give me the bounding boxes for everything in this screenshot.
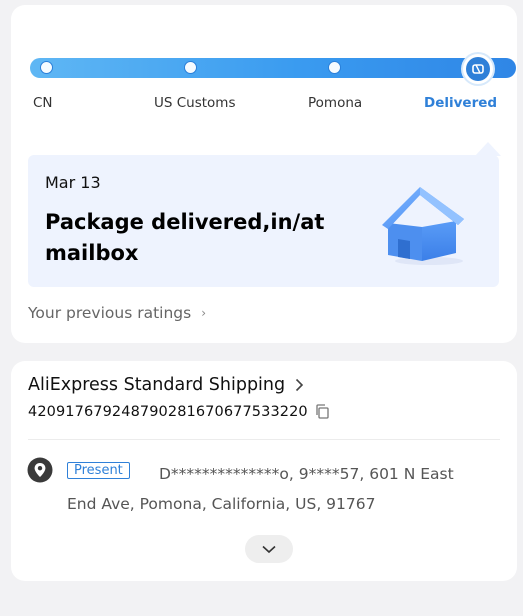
tracking-number-row: 420917679248790281670677533220 <box>28 403 330 420</box>
location-pin-icon <box>27 457 53 483</box>
progress-node-cn <box>40 61 53 74</box>
previous-ratings-label: Your previous ratings <box>28 304 192 322</box>
shipping-card: AliExpress Standard Shipping 42091767924… <box>11 361 517 581</box>
package-delivered-icon <box>472 64 484 74</box>
chevron-right-icon: › <box>201 306 207 320</box>
stop-label-us-customs: US Customs <box>154 95 236 111</box>
progress-node-delivered <box>463 54 493 84</box>
stop-label-pomona: Pomona <box>308 95 363 111</box>
expand-details-button[interactable] <box>245 535 293 563</box>
shipping-method-link[interactable]: AliExpress Standard Shipping <box>28 375 304 395</box>
event-status: Package delivered,in/at mailbox <box>45 210 325 265</box>
present-address-badge: Present <box>67 462 130 479</box>
shipping-address: D**************o, 9****57, 601 N East En… <box>67 465 454 513</box>
copy-icon[interactable] <box>314 403 330 420</box>
tracking-number: 420917679248790281670677533220 <box>28 403 308 420</box>
house-icon <box>382 187 464 265</box>
stop-label-cn: CN <box>33 95 53 111</box>
progress-node-pomona <box>328 61 341 74</box>
latest-event-panel: Mar 13 Package delivered,in/at mailbox <box>28 155 499 287</box>
chevron-right-icon <box>296 378 304 392</box>
progress-node-us-customs <box>184 61 197 74</box>
stop-label-delivered: Delivered <box>424 95 498 111</box>
section-divider <box>28 439 500 440</box>
shipping-method-label: AliExpress Standard Shipping <box>28 375 286 395</box>
panel-pointer <box>475 142 501 156</box>
chevron-down-icon <box>262 545 276 553</box>
previous-ratings-link[interactable]: Your previous ratings › <box>28 304 206 322</box>
tracking-card: CN US Customs Pomona Delivered Mar 13 Pa… <box>11 5 517 343</box>
tracking-progress-bar <box>30 58 516 78</box>
event-date: Mar 13 <box>45 173 101 192</box>
